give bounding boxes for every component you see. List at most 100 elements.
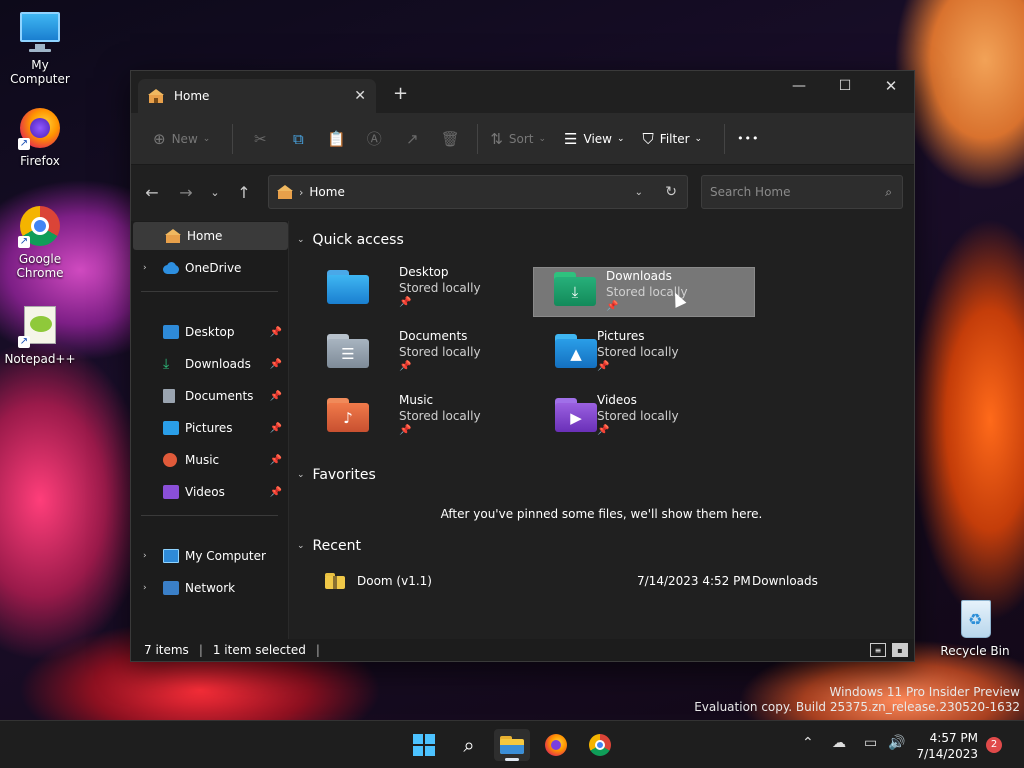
cloud-icon xyxy=(163,261,179,275)
desktop-icon-firefox[interactable]: ↗ Firefox xyxy=(0,106,80,168)
quick-access-item-desktop[interactable]: Desktop Stored locally 📌 xyxy=(319,263,541,313)
chevron-right-icon[interactable]: › xyxy=(143,263,147,273)
watermark-line: Windows 11 Pro Insider Preview xyxy=(829,685,1020,699)
start-windows-icon[interactable] xyxy=(406,729,442,761)
minimize-button[interactable]: — xyxy=(776,71,822,101)
pictures-folder-icon: ▲ xyxy=(555,334,597,368)
network-icon[interactable]: ▭ xyxy=(864,735,877,751)
sidebar-item-onedrive[interactable]: › OneDrive xyxy=(131,254,286,282)
recent-locations-chevron-icon[interactable]: ⌄ xyxy=(203,186,227,199)
quick-access-item-documents[interactable]: ☰ Documents Stored locally 📌 xyxy=(319,327,541,377)
new-tab-button[interactable]: + xyxy=(393,83,408,104)
quick-access-sub: Stored locally xyxy=(597,409,679,423)
zip-folder-icon xyxy=(325,573,345,589)
status-separator: | xyxy=(315,643,320,657)
close-window-button[interactable]: ✕ xyxy=(868,71,914,101)
copy-icon[interactable]: ⧉ xyxy=(279,123,317,155)
pin-icon[interactable]: 📌 xyxy=(270,455,282,466)
favorites-header[interactable]: ⌄ Favorites xyxy=(297,467,376,483)
new-button[interactable]: ⊕ New ⌄ xyxy=(149,123,214,155)
toolbar-divider xyxy=(232,123,234,154)
show-hidden-icons-chevron-icon[interactable]: ⌃ xyxy=(802,735,814,751)
monitor-icon xyxy=(18,10,62,54)
desktop-icon-recycle-bin[interactable]: ♻ Recycle Bin xyxy=(935,596,1015,658)
firefox-icon[interactable] xyxy=(538,729,574,761)
recent-file-date: 7/14/2023 4:52 PM xyxy=(637,574,751,588)
chevron-right-icon[interactable]: › xyxy=(143,583,147,593)
volume-icon[interactable]: 🔊 xyxy=(888,735,905,751)
search-icon[interactable]: ⌕ xyxy=(451,729,487,761)
desktop-icon-notepad-plus-plus[interactable]: ↗ Notepad++ xyxy=(0,304,80,366)
status-bar: 7 items | 1 item selected | ≡ ▪ xyxy=(131,639,914,661)
details-view-icon[interactable]: ≡ xyxy=(870,643,886,657)
desktop-icon-google-chrome[interactable]: ↗ Google Chrome xyxy=(0,204,80,280)
chevron-right-icon[interactable]: › xyxy=(143,551,147,561)
sidebar-item-my-computer[interactable]: › My Computer xyxy=(131,542,286,570)
refresh-icon[interactable]: ↻ xyxy=(665,184,677,200)
back-arrow-icon[interactable]: ← xyxy=(135,183,169,202)
pin-icon[interactable]: 📌 xyxy=(270,423,282,434)
quick-access-item-music[interactable]: ♪ Music Stored locally 📌 xyxy=(319,391,541,441)
clock[interactable]: 4:57 PM 7/14/2023 xyxy=(916,730,978,762)
quick-access-item-videos[interactable]: ▶ Videos Stored locally 📌 xyxy=(547,391,769,441)
share-icon[interactable]: ↗ xyxy=(393,123,431,155)
address-dropdown-chevron-icon[interactable]: ⌄ xyxy=(635,187,643,198)
pictures-icon xyxy=(163,421,179,435)
pin-icon[interactable]: 📌 xyxy=(270,359,282,370)
quick-access-item-downloads[interactable]: ⤓ Downloads Stored locally 📌 xyxy=(533,267,755,317)
documents-folder-icon: ☰ xyxy=(327,334,369,368)
more-options-button[interactable]: ••• xyxy=(733,123,763,155)
sort-button[interactable]: ⇅ Sort ⌄ xyxy=(486,123,550,155)
pin-icon[interactable]: 📌 xyxy=(270,391,282,402)
sidebar-item-network[interactable]: › Network xyxy=(131,574,286,602)
chevron-down-icon: ⌄ xyxy=(694,133,703,144)
taskbar: ⌕ ⌃ ☁ ▭ 🔊 4:57 PM 7/14/2023 2 xyxy=(0,720,1024,768)
notification-badge[interactable]: 2 xyxy=(986,737,1002,753)
filter-icon: ⛉ xyxy=(642,129,654,148)
desktop-icon-my-computer[interactable]: My Computer xyxy=(0,10,80,86)
table-row[interactable]: Doom (v1.1) 7/14/2023 4:52 PM Downloads xyxy=(325,570,885,592)
shortcut-arrow-icon: ↗ xyxy=(18,236,30,248)
quick-access-header[interactable]: ⌄ Quick access xyxy=(297,232,404,248)
search-input[interactable] xyxy=(710,185,870,199)
desktop-icon-label: Notepad++ xyxy=(4,352,76,366)
pin-icon[interactable]: 📌 xyxy=(270,487,282,498)
sidebar-item-label: Downloads xyxy=(185,357,251,371)
desktop-folder-icon xyxy=(327,270,369,304)
up-arrow-icon[interactable]: ↑ xyxy=(227,183,261,202)
forward-arrow-icon[interactable]: → xyxy=(169,183,203,202)
view-button[interactable]: ☰ View ⌄ xyxy=(560,123,628,155)
download-icon: ⤓ xyxy=(163,356,170,372)
file-explorer-icon[interactable] xyxy=(494,729,530,761)
section-title: Favorites xyxy=(312,467,376,483)
paste-icon[interactable]: 📋 xyxy=(317,123,355,155)
pin-icon: 📌 xyxy=(399,297,412,308)
address-bar[interactable]: › Home ⌄ ↻ xyxy=(268,175,688,209)
tab-home[interactable]: Home ✕ xyxy=(138,79,376,113)
pin-icon[interactable]: 📌 xyxy=(270,327,282,338)
breadcrumb[interactable]: Home xyxy=(309,185,344,199)
sidebar-item-home[interactable]: Home xyxy=(133,222,288,250)
section-title: Recent xyxy=(312,538,361,554)
onedrive-offline-icon[interactable]: ☁ xyxy=(832,735,846,751)
tiles-view-icon[interactable]: ▪ xyxy=(892,643,908,657)
quick-access-item-pictures[interactable]: ▲ Pictures Stored locally 📌 xyxy=(547,327,769,377)
chrome-icon[interactable] xyxy=(582,729,618,761)
sidebar-item-downloads[interactable]: ⤓ Downloads 📌 xyxy=(131,350,286,378)
sidebar-item-pictures[interactable]: Pictures 📌 xyxy=(131,414,286,442)
cut-icon[interactable]: ✂ xyxy=(241,123,279,155)
recent-header[interactable]: ⌄ Recent xyxy=(297,538,361,554)
desktop-icon-label: Google Chrome xyxy=(16,252,64,280)
tab-close-icon[interactable]: ✕ xyxy=(354,88,366,104)
delete-icon[interactable]: 🗑 xyxy=(431,123,469,155)
rename-icon[interactable]: Ⓐ xyxy=(355,123,393,155)
sidebar-item-videos[interactable]: Videos 📌 xyxy=(131,478,286,506)
sidebar-item-music[interactable]: Music 📌 xyxy=(131,446,286,474)
sidebar-item-documents[interactable]: Documents 📌 xyxy=(131,382,286,410)
videos-icon xyxy=(163,485,179,499)
command-bar: ⊕ New ⌄ ✂ ⧉ 📋 Ⓐ ↗ 🗑 ⇅ Sort ⌄ ☰ View ⌄ ⛉ … xyxy=(131,113,914,165)
sidebar-item-desktop[interactable]: Desktop 📌 xyxy=(131,318,286,346)
maximize-button[interactable]: ☐ xyxy=(822,71,868,101)
search-box[interactable]: ⌕ xyxy=(701,175,903,209)
filter-button[interactable]: ⛉ Filter ⌄ xyxy=(639,123,707,155)
